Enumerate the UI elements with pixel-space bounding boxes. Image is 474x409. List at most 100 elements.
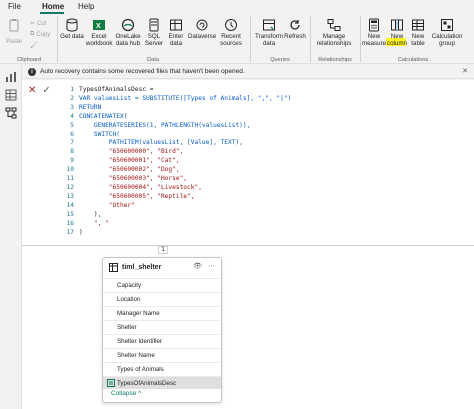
dataverse-button[interactable]: Dataverse [188,18,216,40]
left-nav [0,65,22,409]
cut-label: Cut [37,20,47,27]
collapse-label: Collapse [111,390,137,397]
new-table-button[interactable]: New table [408,18,428,47]
formula-actions: ✕ ✓ [28,84,62,98]
code-line: 12 "650600004", "Livestock", [66,183,202,191]
separator [360,16,361,62]
field-item-selected[interactable]: TypesOfAnimalsDesc [103,376,221,389]
new-column-button[interactable]: New column [386,18,408,47]
field-item[interactable]: Shelter Identifier [103,334,221,347]
relationships-icon [327,18,341,32]
code-line: 10 "650600002", "Dog", [66,166,180,174]
get-data-button[interactable]: Get data [60,18,84,40]
recent-sources-label: Recent sources [220,33,242,47]
onelake-data-hub-button[interactable]: OneLake data hub [114,18,142,47]
copy-button[interactable]: ⧉ Copy [30,31,50,38]
new-table-icon [411,18,425,32]
code-line: 11 "650600003", "Horse", [66,175,188,183]
table-view-icon[interactable] [5,89,17,101]
refresh-icon [288,18,302,32]
calculation-group-button[interactable]: Calculation group [430,18,464,47]
collapse-link[interactable]: Collapse ^ [111,390,141,397]
table-card[interactable]: timl_shelter 👁 ⋯ Capacity Location Manag… [102,257,222,403]
manage-relationships-button[interactable]: Manage relationships [313,18,355,47]
code-line: 1 TypesOfAnimalsDesc = [70,86,154,93]
code-line: 13 "650600005", "Reptile", [66,192,195,200]
field-item[interactable]: Shelter [103,320,221,333]
chevron-up-icon: ^ [138,390,142,397]
calculator-icon [367,18,381,32]
field-item[interactable]: Location [103,292,221,305]
manage-relationships-label: Manage relationships [316,33,352,47]
code-line: 7 PATHITEM(valuesList, [Value], TEXT), [70,139,243,147]
excel-workbook-label: Excel workbook [86,33,113,47]
recent-sources-icon [224,18,238,32]
formula-resize-handle[interactable]: 1 [158,246,168,254]
new-column-icon [390,18,404,32]
power-bi-desktop: File Home Help Paste ✂ Cut ⧉ Copy 🖌 Clip… [0,0,474,409]
menu-bar: File Home Help [0,0,474,14]
excel-workbook-button[interactable]: X Excel workbook [86,18,112,47]
field-item[interactable]: Shelter Name [103,348,221,361]
queries-group-label: Queries [270,57,290,63]
paste-button[interactable]: Paste [4,18,24,45]
onelake-icon [121,18,135,32]
new-measure-label: New measure [362,33,387,47]
close-icon[interactable]: ✕ [462,67,468,75]
field-item[interactable]: Types of Animals [103,362,221,375]
brush-icon: 🖌 [30,43,38,49]
dataverse-label: Dataverse [188,33,217,40]
onelake-data-hub-label: OneLake data hub [115,33,141,47]
refresh-button[interactable]: Refresh [284,18,306,40]
separator [250,16,251,62]
new-table-label: New table [411,33,425,47]
report-view-icon[interactable] [5,71,17,83]
auto-recovery-notice: i Auto recovery contains some recovered … [22,65,474,79]
sql-server-button[interactable]: SQL Server [144,18,164,47]
calculated-column-icon [107,379,115,387]
copy-label: Copy [36,31,51,38]
transform-data-label: Transform data [255,33,283,47]
calculation-group-icon [440,18,454,32]
commit-formula-button[interactable]: ✓ [42,85,50,97]
code-line: 8 "650600000", "Bird", [70,148,184,156]
separator [310,16,311,62]
tab-help[interactable]: Help [78,2,94,11]
dax-editor[interactable]: 1 TypesOfAnimalsDesc = 2 VAR valuesList = … [64,86,292,237]
new-measure-button[interactable]: New measure [362,18,386,47]
formula-bar[interactable]: ✕ ✓ 1 TypesOfAnimalsDesc = 2 VAR valuesLis… [22,80,474,246]
transform-data-button[interactable]: Transform data [254,18,284,47]
get-data-label: Get data [60,33,84,40]
code-line: 2 VAR valuesList = SUBSTITUTE([Types of A… [70,94,292,102]
eye-icon[interactable]: 👁 [193,262,202,270]
code-line: 6 SWITCH( [70,130,120,138]
cut-button[interactable]: ✂ Cut [30,20,47,28]
relationships-group-label: Relationships [318,57,352,63]
enter-data-button[interactable]: Enter data [166,18,186,47]
table-card-actions: 👁 ⋯ [193,262,215,270]
model-canvas: ✕ ✓ 1 TypesOfAnimalsDesc = 2 VAR valuesLis… [22,80,474,409]
code-line: 3 RETURN [70,103,102,111]
code-line: 4 CONCATENATEX( [70,112,128,120]
code-line: 17) [66,228,83,236]
sql-server-icon [147,18,161,32]
sql-server-label: SQL Server [144,33,164,47]
model-view-icon[interactable] [5,107,17,119]
recent-sources-button[interactable]: Recent sources [218,18,244,47]
calculations-group-label: Calculations [397,57,429,63]
code-line: 15 ), [66,210,102,218]
tab-home[interactable]: Home [42,2,64,11]
tab-file[interactable]: File [8,2,21,11]
table-icon [169,18,183,32]
ribbon: Paste ✂ Cut ⧉ Copy 🖌 Clipboard Get data … [0,14,474,64]
clipboard-group-label: Clipboard [17,57,41,63]
cancel-formula-button[interactable]: ✕ [28,85,36,97]
new-column-label: New column [387,33,407,47]
field-item[interactable]: Capacity [103,278,221,291]
refresh-label: Refresh [284,33,306,40]
field-item[interactable]: Manager Name [103,306,221,319]
more-icon[interactable]: ⋯ [208,262,215,270]
table-name: timl_shelter [122,263,162,271]
format-painter-button[interactable]: 🖌 [30,42,38,49]
code-line: 5 GENERATESERIES(1, PATHLENGTH(valuesLis… [70,121,251,129]
